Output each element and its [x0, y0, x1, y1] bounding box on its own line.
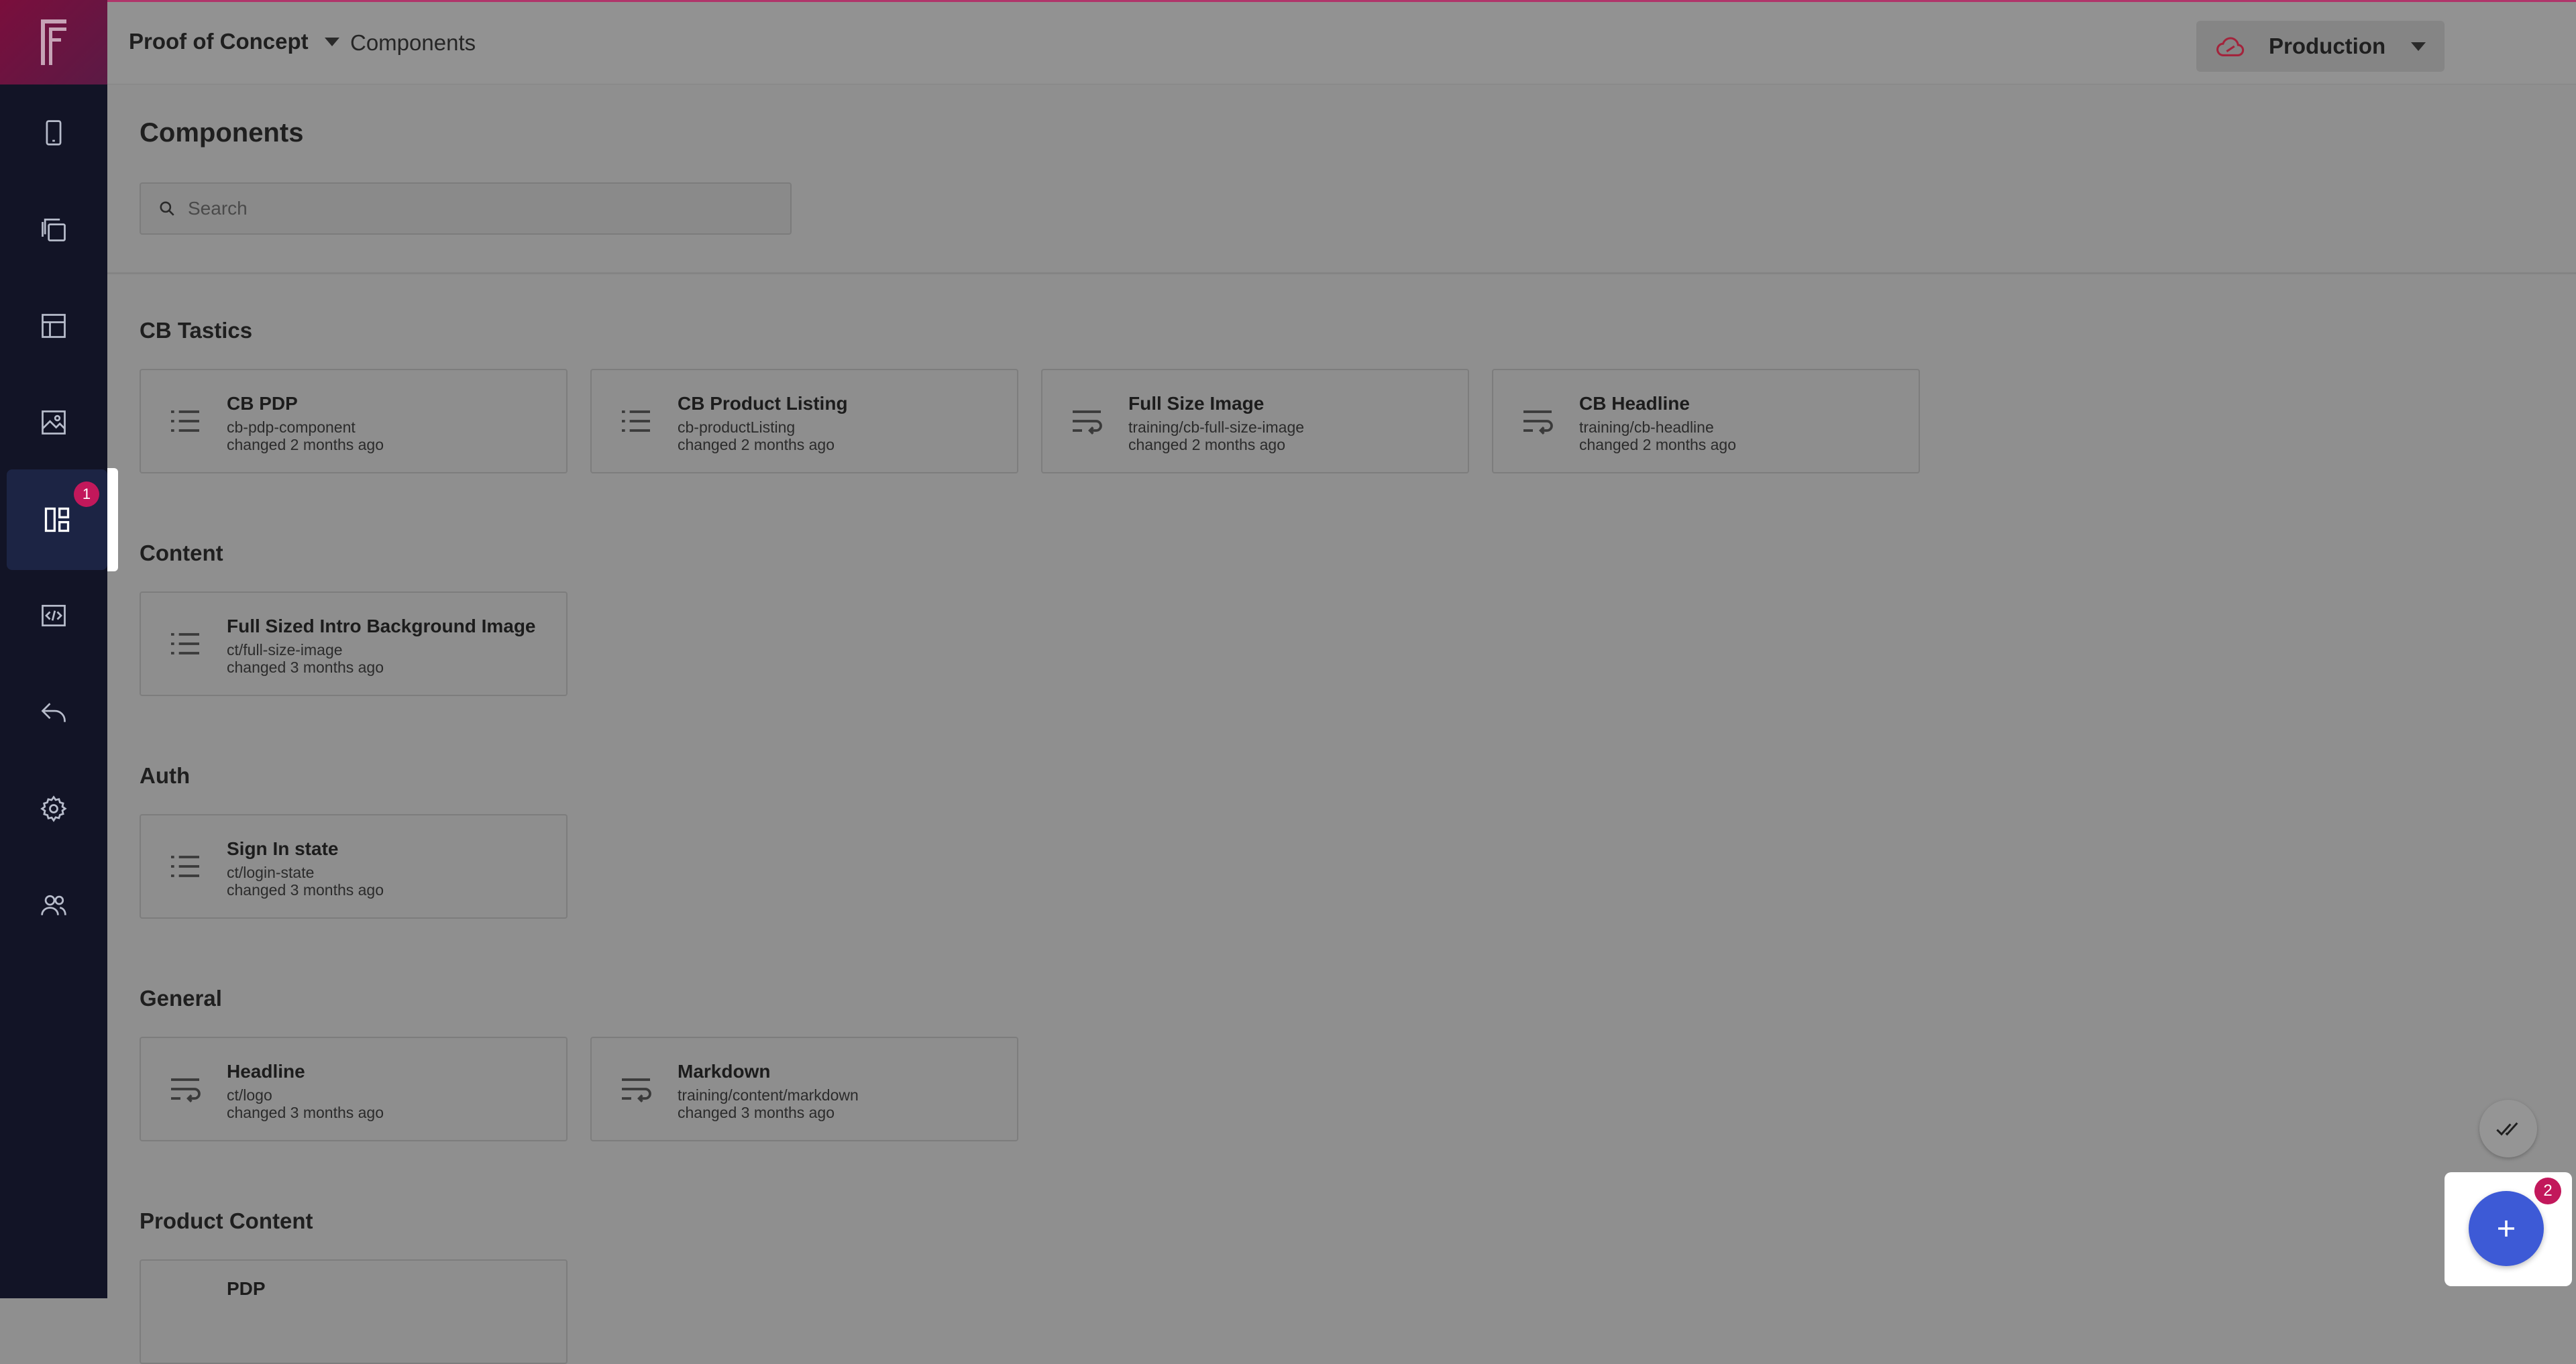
- copy-pages-icon: [42, 218, 66, 241]
- section-title: CB Tastics: [140, 318, 253, 343]
- component-card[interactable]: Markdown training/content/markdown chang…: [590, 1037, 1018, 1141]
- wrap-text-icon: [622, 1078, 651, 1102]
- users-icon: [41, 895, 66, 915]
- card-key: training/cb-headline: [1579, 418, 1714, 436]
- plus-icon: [2498, 1220, 2514, 1237]
- card-changed: changed 2 months ago: [1579, 436, 1737, 453]
- page-header: Components: [107, 84, 2576, 274]
- components-dashboard-icon: [44, 507, 70, 532]
- section-title: Content: [140, 541, 223, 565]
- cloud-warning-icon: [2216, 37, 2245, 56]
- card-name: Headline: [227, 1061, 305, 1082]
- card-changed: changed 3 months ago: [227, 1104, 384, 1121]
- image-icon: [42, 410, 66, 435]
- search-field[interactable]: [140, 182, 792, 235]
- component-card[interactable]: CB Headline training/cb-headline changed…: [1492, 369, 1920, 473]
- search-input[interactable]: [186, 197, 766, 220]
- component-card[interactable]: CB Product Listing cb-productListing cha…: [590, 369, 1018, 473]
- components-badge: 1: [74, 481, 99, 507]
- list-icon: [171, 410, 199, 432]
- mark-all-read-button[interactable]: [2479, 1100, 2537, 1157]
- chevron-down-icon: [324, 37, 339, 46]
- card-key: ct/full-size-image: [227, 641, 343, 659]
- card-changed: changed 3 months ago: [227, 659, 384, 676]
- card-key: training/content/markdown: [678, 1086, 859, 1104]
- card-changed: changed 2 months ago: [1128, 436, 1286, 453]
- card-key: cb-productListing: [678, 418, 796, 436]
- fab-badge: 2: [2534, 1178, 2561, 1204]
- environment-selector[interactable]: Production: [2196, 21, 2445, 72]
- breadcrumb-current: Components: [350, 30, 476, 55]
- sidebar-item-components[interactable]: 1: [7, 469, 107, 570]
- wrap-text-icon: [171, 1078, 201, 1102]
- card-changed: changed 2 months ago: [678, 436, 835, 453]
- sidebar-item-back[interactable]: [0, 672, 107, 752]
- component-card[interactable]: Full Size Image training/cb-full-size-im…: [1041, 369, 1469, 473]
- card-key: ct/login-state: [227, 864, 315, 881]
- card-changed: changed 3 months ago: [227, 881, 384, 899]
- component-card[interactable]: CB PDP cb-pdp-component changed 2 months…: [140, 369, 568, 473]
- environment-label: Production: [2269, 34, 2386, 58]
- card-name: Markdown: [678, 1061, 771, 1082]
- card-key: cb-pdp-component: [227, 418, 356, 436]
- card-name: PDP: [227, 1278, 266, 1299]
- card-name: Sign In state: [227, 838, 339, 859]
- page-title: Components: [140, 118, 304, 148]
- mobile-icon: [46, 120, 62, 146]
- section-title: General: [140, 986, 222, 1011]
- chevron-down-icon: [2411, 42, 2426, 51]
- card-name: Full Size Image: [1128, 393, 1265, 414]
- card-name: CB PDP: [227, 393, 298, 414]
- add-component-button[interactable]: [2469, 1191, 2544, 1266]
- double-check-icon: [2496, 1122, 2518, 1136]
- card-name: CB Headline: [1579, 393, 1690, 414]
- project-name: Proof of Concept: [129, 29, 309, 54]
- sidebar-item-users[interactable]: [0, 865, 107, 946]
- sidebar-item-media[interactable]: [0, 382, 107, 463]
- sidebar-item-pages[interactable]: [0, 189, 107, 270]
- component-card[interactable]: PDP: [140, 1259, 568, 1364]
- component-card[interactable]: Headline ct/logo changed 3 months ago: [140, 1037, 568, 1141]
- card-changed: changed 3 months ago: [678, 1104, 835, 1121]
- list-icon: [171, 856, 199, 877]
- component-card[interactable]: Full Sized Intro Background Image ct/ful…: [140, 591, 568, 696]
- section-title: Product Content: [140, 1208, 313, 1233]
- wrap-text-icon: [1073, 410, 1102, 435]
- sidebar-item-devices[interactable]: [0, 93, 107, 173]
- wrap-text-icon: [1523, 410, 1553, 435]
- list-icon: [171, 633, 199, 655]
- undo-arrow-icon: [41, 703, 66, 722]
- layout-icon: [42, 314, 66, 338]
- section-title: Auth: [140, 763, 191, 788]
- gear-icon: [40, 795, 67, 822]
- frontastic-logo-icon: [41, 19, 66, 65]
- sidebar-item-settings[interactable]: [0, 769, 107, 849]
- sidebar-item-layouts[interactable]: [0, 286, 107, 366]
- project-selector[interactable]: Proof of Concept: [129, 29, 339, 54]
- sidebar: 1: [0, 0, 107, 1298]
- top-bar: Proof of Concept Components Production: [107, 0, 2576, 84]
- card-name: CB Product Listing: [678, 393, 848, 414]
- active-nav-indicator: [107, 468, 118, 571]
- component-card[interactable]: Sign In state ct/login-state changed 3 m…: [140, 814, 568, 919]
- code-icon: [42, 604, 66, 627]
- search-icon: [160, 201, 174, 216]
- card-key: ct/logo: [227, 1086, 272, 1104]
- main-content: Components CB Tastics CB PDP cb-pdp-comp…: [107, 84, 2576, 1364]
- app-logo[interactable]: [0, 0, 107, 84]
- card-key: training/cb-full-size-image: [1128, 418, 1305, 436]
- card-name: Full Sized Intro Background Image: [227, 616, 536, 636]
- list-icon: [622, 410, 650, 432]
- card-changed: changed 2 months ago: [227, 436, 384, 453]
- sidebar-item-developer[interactable]: [0, 575, 107, 656]
